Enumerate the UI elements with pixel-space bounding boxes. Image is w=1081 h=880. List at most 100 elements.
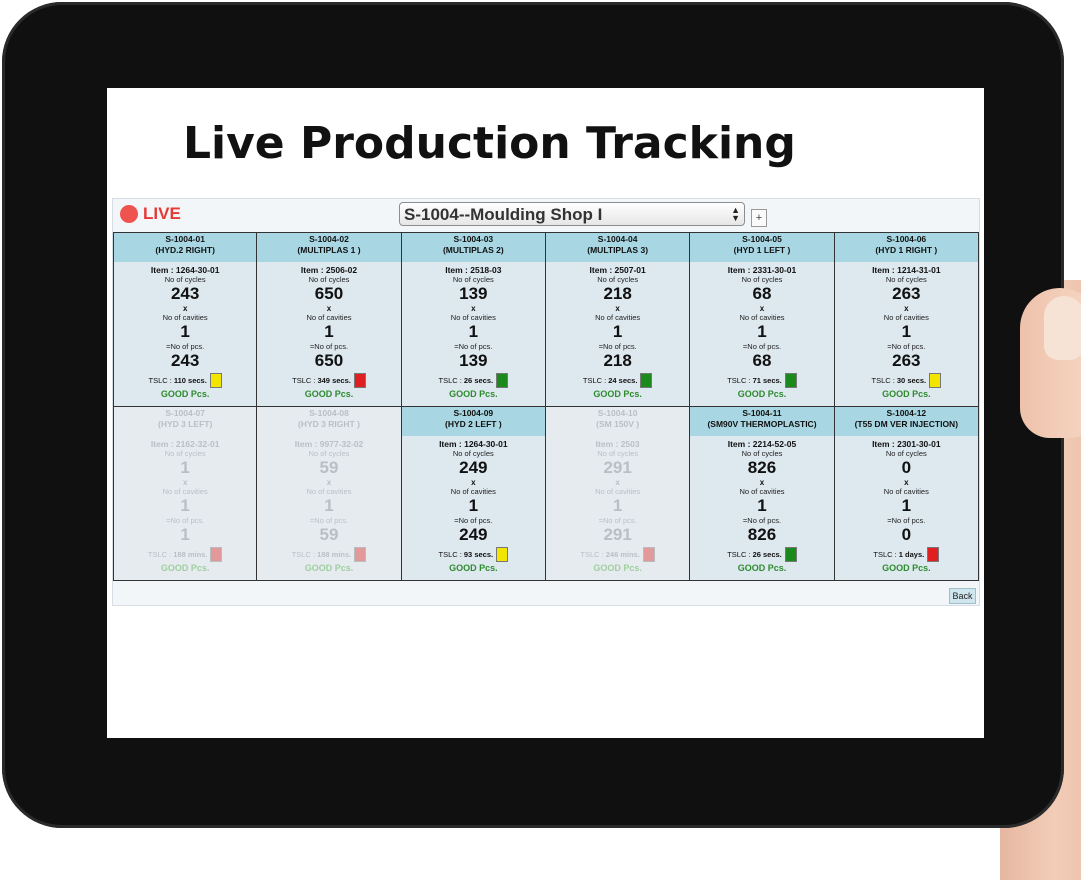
cycles-value: 0 xyxy=(901,458,912,477)
tslc-label: TSLC : xyxy=(727,376,751,385)
cavities-label: No of cavities xyxy=(306,313,352,322)
page-title: Live Production Tracking xyxy=(183,118,796,169)
machine-card[interactable]: S-1004-08 (HYD 3 RIGHT ) Item : 9977-32-… xyxy=(257,407,402,581)
machine-id: S-1004-02 xyxy=(309,234,349,244)
machine-card[interactable]: S-1004-06 (HYD 1 RIGHT ) Item : 1214-31-… xyxy=(834,233,979,407)
times-label: x xyxy=(615,304,620,313)
back-button[interactable]: Back xyxy=(949,588,976,604)
cavities-label: No of cavities xyxy=(595,487,641,496)
tslc-row: TSLC : 188 mins. xyxy=(257,547,400,562)
tslc-row: TSLC : 26 secs. xyxy=(402,373,545,388)
tslc-value: 110 secs. xyxy=(173,376,207,385)
machine-name: (HYD 3 LEFT) xyxy=(158,419,213,429)
pcs-label: =No of pcs. xyxy=(309,516,349,525)
cavities-value: 1 xyxy=(612,496,623,515)
live-dot-icon xyxy=(120,205,138,223)
item-code: Item : 2162-32-01 xyxy=(150,439,220,449)
good-pcs-label: GOOD Pcs. xyxy=(449,389,498,399)
machine-card[interactable]: S-1004-02 (MULTIPLAS 1 ) Item : 2506-02 … xyxy=(257,233,402,407)
machine-name: (MULTIPLAS 3) xyxy=(587,245,649,255)
pcs-value: 650 xyxy=(314,351,344,370)
machine-body: Item : 2301-30-01 No of cycles 0 x No of… xyxy=(835,436,978,573)
tslc-value: 188 mins. xyxy=(317,550,352,559)
production-app: LIVE S-1004--Moulding Shop I ▲ ▼ + S-1004… xyxy=(112,198,980,606)
machine-id: S-1004-12 xyxy=(886,408,927,418)
machine-name: (HYD.2 RIGHT) xyxy=(155,245,215,255)
machine-body: Item : 1214-31-01 No of cycles 263 x No … xyxy=(835,262,978,399)
machine-card[interactable]: S-1004-03 (MULTIPLAS 2) Item : 2518-03 N… xyxy=(401,233,546,407)
machine-id: S-1004-03 xyxy=(453,234,494,244)
status-indicator xyxy=(929,373,942,388)
times-label: x xyxy=(182,304,188,313)
times-label: x xyxy=(759,478,765,487)
good-pcs-label: GOOD Pcs. xyxy=(737,389,787,399)
machine-header: S-1004-08 (HYD 3 RIGHT ) xyxy=(257,407,401,436)
machine-card[interactable]: S-1004-07 (HYD 3 LEFT) Item : 2162-32-01… xyxy=(113,407,258,581)
machine-card[interactable]: S-1004-11 (SM90V THERMOPLASTIC) Item : 2… xyxy=(690,407,835,581)
pcs-value: 243 xyxy=(170,351,200,370)
status-indicator xyxy=(353,373,366,388)
tslc-row: TSLC : 188 mins. xyxy=(114,547,256,562)
status-indicator xyxy=(209,373,222,388)
machine-card[interactable]: S-1004-10 (SM 150V ) Item : 2503 No of c… xyxy=(545,407,691,581)
machine-name: (MULTIPLAS 2) xyxy=(442,245,504,255)
machine-id: S-1004-08 xyxy=(309,408,349,418)
cycles-label: No of cycles xyxy=(885,449,927,458)
pcs-label: =No of pcs. xyxy=(887,516,926,525)
tslc-value: 246 mins. xyxy=(605,550,640,559)
pcs-label: =No of pcs. xyxy=(309,342,349,351)
machine-card[interactable]: S-1004-05 (HYD 1 LEFT ) Item : 2331-30-0… xyxy=(690,233,835,407)
times-label: x xyxy=(904,478,909,487)
shop-select-value: S-1004--Moulding Shop I xyxy=(404,205,603,224)
machine-card[interactable]: S-1004-09 (HYD 2 LEFT ) Item : 1264-30-0… xyxy=(401,407,546,581)
machine-id: S-1004-10 xyxy=(597,408,638,418)
tslc-row: TSLC : 30 secs. xyxy=(835,373,978,388)
machine-id: S-1004-05 xyxy=(742,234,782,244)
pcs-value: 263 xyxy=(892,351,921,370)
cavities-label: No of cavities xyxy=(450,487,496,496)
tslc-value: 71 secs. xyxy=(752,376,782,385)
item-code: Item : 2214-52-05 xyxy=(727,439,797,449)
cycles-value: 243 xyxy=(170,284,200,303)
good-pcs-label: GOOD Pcs. xyxy=(737,563,787,573)
cavities-value: 1 xyxy=(180,496,190,515)
cavities-value: 1 xyxy=(324,496,334,515)
select-arrows-icon: ▲ ▼ xyxy=(731,205,740,223)
tslc-value: 349 secs. xyxy=(317,376,351,385)
machine-header: S-1004-06 (HYD 1 RIGHT ) xyxy=(834,233,978,262)
cavities-label: No of cavities xyxy=(306,487,352,496)
machine-name: (HYD 3 RIGHT ) xyxy=(298,419,360,429)
cycles-label: No of cycles xyxy=(741,449,783,458)
times-label: x xyxy=(615,478,620,487)
times-label: x xyxy=(182,478,188,487)
cycles-label: No of cycles xyxy=(597,449,639,458)
cycles-value: 68 xyxy=(752,284,772,303)
good-pcs-label: GOOD Pcs. xyxy=(304,389,354,399)
cycles-label: No of cycles xyxy=(308,449,350,458)
cycles-label: No of cycles xyxy=(885,275,927,284)
machine-card[interactable]: S-1004-12 (T55 DM VER INJECTION) Item : … xyxy=(834,407,979,581)
machine-card[interactable]: S-1004-04 (MULTIPLAS 3) Item : 2507-01 N… xyxy=(545,233,691,407)
cycles-value: 826 xyxy=(747,458,777,477)
status-indicator xyxy=(640,373,653,388)
shop-select[interactable]: S-1004--Moulding Shop I ▲ ▼ xyxy=(399,202,745,226)
times-label: x xyxy=(471,478,476,487)
machine-card[interactable]: S-1004-01 (HYD.2 RIGHT) Item : 1264-30-0… xyxy=(113,233,258,407)
good-pcs-label: GOOD Pcs. xyxy=(882,563,931,573)
item-code: Item : 2518-03 xyxy=(445,265,502,275)
cavities-value: 1 xyxy=(324,322,334,341)
add-button[interactable]: + xyxy=(751,209,767,227)
machine-name: (SM 150V ) xyxy=(596,419,640,429)
pcs-value: 218 xyxy=(603,351,632,370)
machine-body: Item : 1264-30-01 No of cycles 243 x No … xyxy=(114,262,256,399)
machine-name: (HYD 1 RIGHT ) xyxy=(875,245,938,255)
machine-id: S-1004-09 xyxy=(453,408,494,418)
tslc-value: 24 secs. xyxy=(608,376,638,385)
pcs-label: =No of pcs. xyxy=(598,342,637,351)
good-pcs-label: GOOD Pcs. xyxy=(160,563,210,573)
tslc-label: TSLC : xyxy=(580,550,604,559)
times-label: x xyxy=(471,304,476,313)
machine-header: S-1004-01 (HYD.2 RIGHT) xyxy=(114,233,257,262)
tslc-label: TSLC : xyxy=(148,376,172,385)
item-code: Item : 1214-31-01 xyxy=(872,265,941,275)
